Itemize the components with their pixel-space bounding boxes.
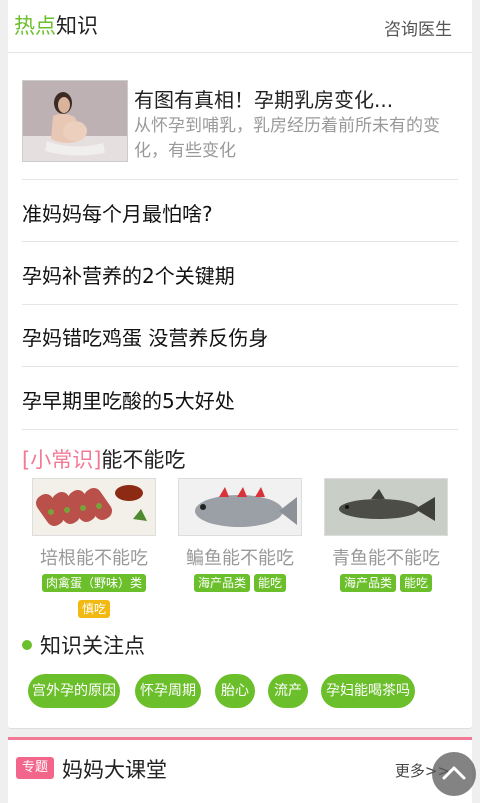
card-header: 热点知识 咨询医生 xyxy=(8,0,472,53)
divider xyxy=(22,304,458,305)
article-link[interactable]: 孕早期里吃酸的5大好处 xyxy=(22,385,235,414)
focus-chip[interactable]: 胎心 xyxy=(215,674,255,708)
focus-title: 知识关注点 xyxy=(22,630,145,660)
divider xyxy=(22,241,458,242)
divider xyxy=(22,179,458,180)
food-tags: 海产品类 能吃 xyxy=(178,574,302,600)
tips-title-text: 能不能吃 xyxy=(101,448,186,472)
section-title: 热点知识 xyxy=(14,10,98,40)
featured-description: 从怀孕到哺乳，乳房经历着前所未有的变化，有些变化 xyxy=(134,116,440,161)
divider xyxy=(22,366,458,367)
black-carp-image xyxy=(324,478,448,536)
verdict-tag: 能吃 xyxy=(400,574,433,592)
divider xyxy=(22,429,458,430)
bacon-image xyxy=(32,478,156,536)
bullet-dot-icon xyxy=(22,640,32,650)
consult-doctor-link[interactable]: 咨询医生 xyxy=(384,15,452,40)
featured-article[interactable]: 有图有真相！孕期乳房变化... 从怀孕到哺乳，乳房经历着前所未有的变化，有些变化 xyxy=(22,80,458,180)
food-name: 鳊鱼能不能吃 xyxy=(186,548,294,569)
category-tag: 海产品类 xyxy=(193,574,250,592)
back-to-top-button[interactable] xyxy=(432,752,476,796)
focus-chip[interactable]: 宫外孕的原因 xyxy=(28,674,120,708)
category-tag: 海产品类 xyxy=(339,574,396,592)
food-name: 青鱼能不能吃 xyxy=(332,548,440,569)
tips-bracket-label: [小常识] xyxy=(22,448,102,472)
focus-chip[interactable]: 怀孕周期 xyxy=(135,674,201,708)
article-link[interactable]: 孕妈错吃鸡蛋 没营养反伤身 xyxy=(22,322,268,351)
mom-class-title: 妈妈大课堂 xyxy=(62,758,167,782)
featured-thumbnail xyxy=(22,80,128,162)
section-title-highlight: 热点 xyxy=(14,14,56,38)
bream-image xyxy=(178,478,302,536)
food-card-bacon[interactable]: 培根能不能吃 肉禽蛋（野味）类 慎吃 xyxy=(32,478,156,626)
tips-title: [小常识]能不能吃 xyxy=(22,444,185,474)
pregnant-woman-image xyxy=(23,81,127,161)
food-tags: 海产品类 能吃 xyxy=(324,574,448,600)
focus-title-text: 知识关注点 xyxy=(40,634,145,658)
featured-title[interactable]: 有图有真相！孕期乳房变化... xyxy=(134,84,393,113)
food-card-bream[interactable]: 鳊鱼能不能吃 海产品类 能吃 xyxy=(178,478,302,600)
topic-badge: 专题 xyxy=(16,757,55,779)
verdict-tag: 慎吃 xyxy=(77,600,110,618)
section-title-rest: 知识 xyxy=(56,14,98,38)
verdict-tag: 能吃 xyxy=(254,574,287,592)
article-link[interactable]: 孕妈补营养的2个关键期 xyxy=(22,260,235,289)
mom-class-card: 专题 妈妈大课堂 更多>> xyxy=(8,737,472,803)
focus-chip[interactable]: 流产 xyxy=(268,674,308,708)
food-name: 培根能不能吃 xyxy=(40,548,148,569)
hot-knowledge-card: 热点知识 咨询医生 有图有真相！孕期乳房变化... 从怀孕到哺乳，乳房经历着前所… xyxy=(8,0,472,729)
focus-chip[interactable]: 孕妇能喝茶吗 xyxy=(321,674,415,708)
food-card-black-carp[interactable]: 青鱼能不能吃 海产品类 能吃 xyxy=(324,478,448,600)
category-tag: 肉禽蛋（野味）类 xyxy=(41,574,146,592)
food-tags: 肉禽蛋（野味）类 慎吃 xyxy=(32,574,156,626)
chevron-up-icon xyxy=(442,766,466,780)
article-link[interactable]: 准妈妈每个月最怕啥? xyxy=(22,198,213,227)
